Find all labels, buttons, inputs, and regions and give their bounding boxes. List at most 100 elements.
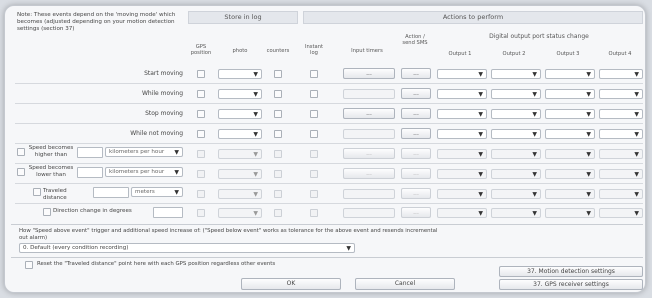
speed-higher-instant-log-checkbox[interactable] [310, 150, 318, 158]
while-moving-input-timers-field[interactable] [343, 89, 395, 99]
speed-higher-output3-select[interactable]: ▼ [545, 149, 595, 159]
while-moving-output2-select[interactable]: ▼ [491, 89, 541, 99]
speed-higher-output4-select[interactable]: ▼ [599, 149, 643, 159]
while-not-moving-output4-select[interactable]: ▼ [599, 129, 643, 139]
speed-lower-gps-checkbox[interactable] [197, 170, 205, 178]
speed-lower-enable-checkbox[interactable] [17, 168, 25, 176]
while-not-moving-output1-select[interactable]: ▼ [437, 129, 487, 139]
start-moving-output3-select[interactable]: ▼ [545, 69, 595, 79]
direction-change-sms-button[interactable]: ... [401, 207, 431, 218]
stop-moving-instant-log-checkbox[interactable] [310, 110, 318, 118]
chevron-down-icon: ▼ [532, 91, 537, 98]
direction-change-output1-select[interactable]: ▼ [437, 208, 487, 218]
traveled-distance-enable-checkbox[interactable] [33, 188, 41, 196]
speed-lower-counters-checkbox[interactable] [274, 170, 282, 178]
traveled-distance-output1-select[interactable]: ▼ [437, 189, 487, 199]
while-moving-counters-checkbox[interactable] [274, 90, 282, 98]
while-not-moving-gps-checkbox[interactable] [197, 130, 205, 138]
direction-change-output4-select[interactable]: ▼ [599, 208, 643, 218]
traveled-distance-output2-select[interactable]: ▼ [491, 189, 541, 199]
while-moving-gps-checkbox[interactable] [197, 90, 205, 98]
while-not-moving-output2-select[interactable]: ▼ [491, 129, 541, 139]
traveled-distance-gps-checkbox[interactable] [197, 190, 205, 198]
speed-lower-sms-button[interactable]: ... [401, 168, 431, 179]
start-moving-photo-select[interactable]: ▼ [218, 69, 262, 79]
stop-moving-output3-select[interactable]: ▼ [545, 109, 595, 119]
gps-receiver-settings-button[interactable]: 37. GPS receiver settings [499, 279, 643, 290]
speed-lower-instant-log-checkbox[interactable] [310, 170, 318, 178]
speed-lower-output2-select[interactable]: ▼ [491, 169, 541, 179]
speed-higher-unit-select[interactable]: kilometers per hour ▼ [105, 147, 183, 157]
traveled-distance-photo-select[interactable]: ▼ [218, 189, 262, 199]
while-moving-sms-button[interactable]: ... [401, 88, 431, 99]
while-moving-output4-select[interactable]: ▼ [599, 89, 643, 99]
stop-moving-input-timers-button[interactable]: ... [343, 108, 395, 119]
speed-higher-sms-button[interactable]: ... [401, 148, 431, 159]
traveled-distance-instant-log-checkbox[interactable] [310, 190, 318, 198]
while-not-moving-input-timers-field[interactable] [343, 129, 395, 139]
while-not-moving-instant-log-checkbox[interactable] [310, 130, 318, 138]
speed-lower-value-input[interactable] [77, 167, 103, 178]
stop-moving-photo-select[interactable]: ▼ [218, 109, 262, 119]
while-not-moving-sms-button[interactable]: ... [401, 128, 431, 139]
direction-change-output3-select[interactable]: ▼ [545, 208, 595, 218]
while-not-moving-output3-select[interactable]: ▼ [545, 129, 595, 139]
speed-mode-select[interactable]: 0. Default (every condition recording) ▼ [19, 243, 355, 253]
speed-higher-counters-checkbox[interactable] [274, 150, 282, 158]
traveled-distance-value-input[interactable] [93, 187, 129, 198]
reset-distance-checkbox[interactable] [25, 261, 33, 269]
stop-moving-gps-checkbox[interactable] [197, 110, 205, 118]
speed-lower-input-timers-button[interactable]: ... [343, 168, 395, 179]
while-not-moving-photo-select[interactable]: ▼ [218, 129, 262, 139]
while-moving-output3-select[interactable]: ▼ [545, 89, 595, 99]
speed-lower-unit-select[interactable]: kilometers per hour ▼ [105, 167, 183, 177]
direction-change-gps-checkbox[interactable] [197, 209, 205, 217]
direction-change-instant-log-checkbox[interactable] [310, 209, 318, 217]
speed-higher-input-timers-button[interactable]: ... [343, 148, 395, 159]
speed-higher-gps-checkbox[interactable] [197, 150, 205, 158]
ok-button[interactable]: OK [241, 278, 341, 290]
direction-change-output2-select[interactable]: ▼ [491, 208, 541, 218]
cancel-button[interactable]: Cancel [355, 278, 455, 290]
stop-moving-output4-select[interactable]: ▼ [599, 109, 643, 119]
speed-lower-output3-select[interactable]: ▼ [545, 169, 595, 179]
start-moving-output4-select[interactable]: ▼ [599, 69, 643, 79]
start-moving-counters-checkbox[interactable] [274, 70, 282, 78]
traveled-distance-sms-button[interactable]: ... [401, 188, 431, 199]
direction-change-counters-checkbox[interactable] [274, 209, 282, 217]
start-moving-sms-button[interactable]: ... [401, 68, 431, 79]
speed-higher-output2-select[interactable]: ▼ [491, 149, 541, 159]
stop-moving-counters-checkbox[interactable] [274, 110, 282, 118]
while-not-moving-counters-checkbox[interactable] [274, 130, 282, 138]
traveled-distance-output3-select[interactable]: ▼ [545, 189, 595, 199]
traveled-distance-input-timers-field[interactable] [343, 189, 395, 199]
traveled-distance-counters-checkbox[interactable] [274, 190, 282, 198]
start-moving-output2-select[interactable]: ▼ [491, 69, 541, 79]
speed-lower-photo-select[interactable]: ▼ [218, 169, 262, 179]
stop-moving-sms-button[interactable]: ... [401, 108, 431, 119]
speed-higher-output1-select[interactable]: ▼ [437, 149, 487, 159]
speed-lower-output4-select[interactable]: ▼ [599, 169, 643, 179]
direction-change-value-input[interactable] [153, 207, 183, 218]
stop-moving-output2-select[interactable]: ▼ [491, 109, 541, 119]
traveled-distance-output4-select[interactable]: ▼ [599, 189, 643, 199]
direction-change-photo-select[interactable]: ▼ [218, 208, 262, 218]
start-moving-output1-select[interactable]: ▼ [437, 69, 487, 79]
col-instant-log: Instant log [304, 44, 324, 56]
start-moving-gps-checkbox[interactable] [197, 70, 205, 78]
motion-detection-settings-button[interactable]: 37. Motion detection settings [499, 266, 643, 277]
speed-lower-output1-select[interactable]: ▼ [437, 169, 487, 179]
speed-higher-photo-select[interactable]: ▼ [218, 149, 262, 159]
speed-higher-enable-checkbox[interactable] [17, 148, 25, 156]
speed-higher-value-input[interactable] [77, 147, 103, 158]
direction-change-input-timers-field[interactable] [343, 208, 395, 218]
start-moving-instant-log-checkbox[interactable] [310, 70, 318, 78]
while-moving-photo-select[interactable]: ▼ [218, 89, 262, 99]
traveled-distance-unit-select[interactable]: meters ▼ [131, 187, 183, 197]
while-moving-instant-log-checkbox[interactable] [310, 90, 318, 98]
row-divider [15, 123, 643, 124]
start-moving-input-timers-button[interactable]: ... [343, 68, 395, 79]
stop-moving-output1-select[interactable]: ▼ [437, 109, 487, 119]
direction-change-enable-checkbox[interactable] [43, 208, 51, 216]
while-moving-output1-select[interactable]: ▼ [437, 89, 487, 99]
